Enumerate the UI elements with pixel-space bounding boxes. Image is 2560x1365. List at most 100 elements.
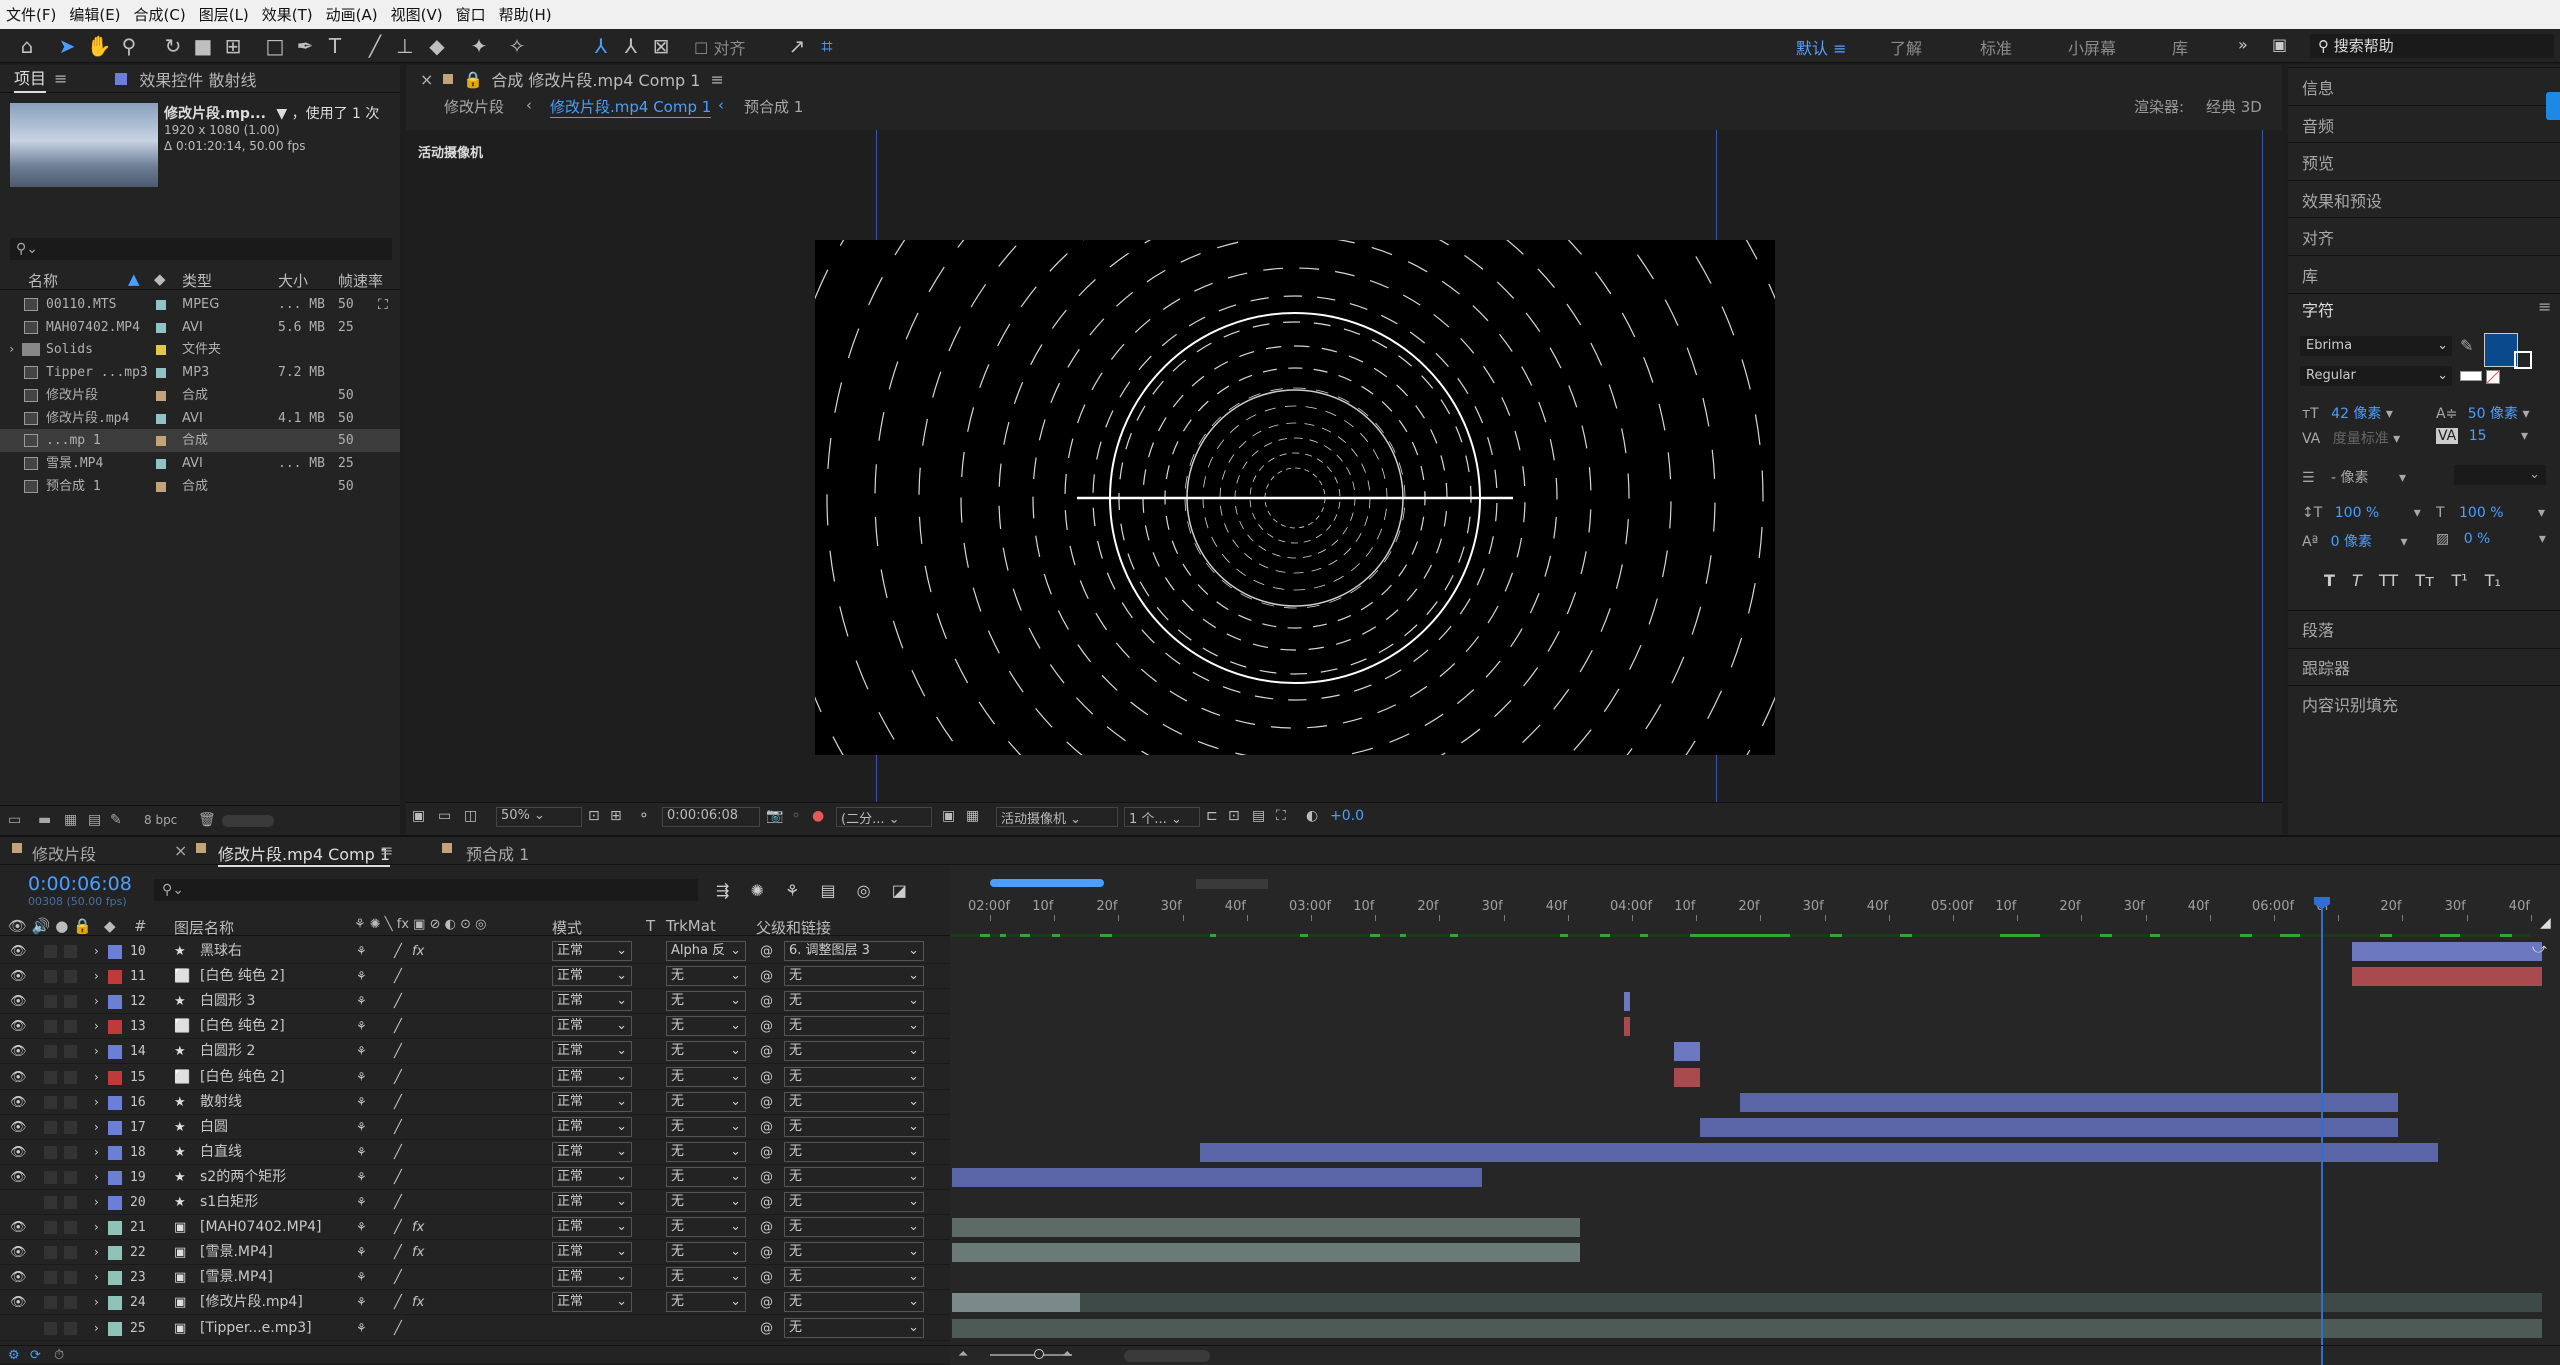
quality-switch-icon[interactable]: ╱ (394, 1265, 402, 1290)
layer-name[interactable]: 白圆形 2 (200, 1039, 255, 1064)
panel-1[interactable]: 音频 (2302, 113, 2334, 137)
pickwhip-icon[interactable]: @ (760, 1065, 773, 1090)
breadcrumb-3[interactable]: 预合成 1 (744, 96, 803, 117)
layer-expand-icon[interactable]: › (94, 1065, 99, 1090)
vertical-scale-value[interactable]: 100 % (2335, 505, 2379, 521)
font-style-select[interactable]: Regular ⌄ (2300, 366, 2452, 386)
project-item[interactable]: 修改片段.mp4 AVI 4.1 MB 50 (0, 407, 400, 430)
trkmat-select[interactable]: 无 ⌄ (666, 1267, 746, 1288)
trkmat-header[interactable]: TrkMat (666, 917, 716, 935)
parent-select[interactable]: 无 ⌄ (784, 1116, 924, 1137)
quality-switch-icon[interactable]: ╱ (394, 1316, 402, 1341)
layer-label-swatch[interactable] (108, 1321, 122, 1336)
breadcrumb-1[interactable]: 修改片段 (444, 96, 504, 117)
menu-item-7[interactable]: 窗口 (456, 4, 486, 25)
layer-name[interactable]: 散射线 (200, 1090, 242, 1115)
viewer-canvas[interactable]: 活动摄像机 (406, 130, 2282, 802)
visibility-eye-icon[interactable]: 👁 (10, 1240, 27, 1265)
workspace-default[interactable]: 默认 ≡ (1796, 35, 1847, 59)
workspace-menu-icon[interactable]: ▣ (2272, 35, 2287, 54)
parent-select[interactable]: 无 ⌄ (784, 1217, 924, 1238)
panel-2[interactable]: 预览 (2302, 150, 2334, 174)
col-size[interactable]: 大小 (278, 270, 308, 291)
lock-toggle[interactable] (64, 995, 77, 1009)
pickwhip-icon[interactable]: @ (760, 1316, 773, 1341)
layer-expand-icon[interactable]: › (94, 1190, 99, 1215)
type-tool-icon[interactable]: T (322, 33, 348, 59)
visibility-eye-icon[interactable]: 👁 (10, 1140, 27, 1165)
parent-select[interactable]: 无 ⌄ (784, 1166, 924, 1187)
pickwhip-icon[interactable]: @ (760, 1039, 773, 1064)
zoom-slider[interactable] (990, 1354, 1072, 1356)
shy-switch-icon[interactable]: ⚘ (356, 1090, 367, 1115)
parent-select[interactable]: 无 ⌄ (784, 1292, 924, 1313)
fast-preview-icon[interactable]: ⊡ (1228, 808, 1240, 824)
viewer-menu-icon[interactable]: ≡ (710, 70, 723, 89)
stroke-type-select[interactable]: ⌄ (2454, 465, 2546, 485)
camera-select[interactable]: 活动摄像机 ⌄ (996, 807, 1118, 827)
close-timeline-tab-icon[interactable]: × (174, 841, 187, 860)
vscale-dropdown-icon[interactable]: ▾ (2414, 505, 2421, 521)
blend-mode-select[interactable]: 正常 ⌄ (552, 1242, 632, 1263)
pickwhip-icon[interactable]: @ (760, 1215, 773, 1240)
zoom-in-icon[interactable]: ⏶ (1062, 1347, 1072, 1362)
shy-switch-icon[interactable]: ⚘ (356, 1140, 367, 1165)
trkmat-select[interactable]: 无 ⌄ (666, 966, 746, 987)
renderer-value[interactable]: 经典 3D (2206, 96, 2262, 117)
quality-switch-icon[interactable]: ╱ (394, 1140, 402, 1165)
black-white-swatch[interactable] (2460, 371, 2482, 381)
layer-row[interactable]: 👁 › 24 ▣ [修改片段.mp4] ⚘ ╱ fx 正常 ⌄ 无 ⌄ @ 无 ⌄ (0, 1290, 950, 1316)
local-axis-icon[interactable]: ⅄ (588, 33, 614, 59)
snap-icon[interactable]: ↗ (784, 33, 810, 59)
layer-label-swatch[interactable] (108, 945, 122, 959)
parent-select[interactable]: 无 ⌄ (784, 1016, 924, 1037)
solo-toggle[interactable] (44, 1221, 57, 1235)
parent-select[interactable]: 6. 调整图层 3 ⌄ (784, 941, 924, 961)
lock-toggle[interactable] (64, 1145, 77, 1159)
project-settings-icon[interactable]: ▤ (88, 812, 101, 828)
layer-expand-icon[interactable]: › (94, 1316, 99, 1341)
lock-icon[interactable]: 🔒 (463, 70, 483, 89)
lower-panel-0[interactable]: 段落 (2302, 617, 2334, 641)
layer-expand-icon[interactable]: › (94, 1090, 99, 1115)
stroke-width-value[interactable]: - 像素 (2331, 470, 2369, 486)
workspace-standard[interactable]: 标准 (1980, 35, 2012, 59)
fill-color-swatch[interactable] (2484, 333, 2518, 367)
lock-toggle[interactable] (64, 1120, 77, 1134)
leading-dropdown-icon[interactable]: ▾ (2522, 406, 2529, 422)
roi-icon[interactable]: ▣ (942, 808, 955, 824)
layer-expand-icon[interactable]: › (94, 1265, 99, 1290)
project-item[interactable]: 预合成 1 合成 50 (0, 475, 400, 498)
solo-toggle[interactable] (44, 1321, 57, 1335)
layer-name[interactable]: [Tipper...e.mp3] (200, 1316, 312, 1341)
lock-toggle[interactable] (64, 1296, 77, 1310)
pickwhip-icon[interactable]: @ (760, 1165, 773, 1190)
motion-blur-icon[interactable]: ◎ (857, 881, 871, 900)
layer-row[interactable]: › 20 ★ s1白矩形 ⚘ ╱ 正常 ⌄ 无 ⌄ @ 无 ⌄ (0, 1190, 950, 1215)
baseline-value[interactable]: 0 像素 (2331, 534, 2372, 550)
quality-switch-icon[interactable]: ╱ (394, 1240, 402, 1265)
blend-mode-select[interactable]: 正常 ⌄ (552, 1217, 632, 1238)
layer-label-swatch[interactable] (108, 1070, 122, 1085)
menu-item-3[interactable]: 图层(L) (199, 4, 249, 25)
quality-switch-icon[interactable]: ╱ (394, 1290, 402, 1315)
label-swatch[interactable] (156, 390, 166, 401)
lock-toggle[interactable] (64, 970, 77, 984)
solo-toggle[interactable] (44, 1045, 57, 1059)
project-item[interactable]: 修改片段 合成 50 (0, 384, 400, 407)
effects-controls-tab[interactable]: 效果控件 散射线 (139, 67, 256, 91)
view-axis-icon[interactable]: ⊠ (648, 33, 674, 59)
menu-item-6[interactable]: 视图(V) (391, 4, 443, 25)
stroke-color-swatch[interactable] (2514, 351, 2532, 369)
layer-row[interactable]: 👁 › 13 ⬜ [白色 纯色 2] ⚘ ╱ 正常 ⌄ 无 ⌄ @ 无 ⌄ (0, 1014, 950, 1040)
trkmat-select[interactable]: 无 ⌄ (666, 1242, 746, 1263)
quality-switch-icon[interactable]: ╱ (394, 1039, 402, 1064)
trkmat-select[interactable]: 无 ⌄ (666, 1116, 746, 1137)
zoom-slider-handle[interactable] (1034, 1349, 1044, 1359)
layer-name[interactable]: [白色 纯色 2] (200, 964, 285, 989)
blend-mode-select[interactable]: 正常 ⌄ (552, 1066, 632, 1087)
zoom-select[interactable]: 50% ⌄ (496, 807, 582, 827)
eraser-tool-icon[interactable]: ◆ (424, 33, 450, 59)
tsume-value[interactable]: 0 % (2464, 531, 2491, 547)
layer-duration-bar[interactable] (2352, 942, 2542, 961)
